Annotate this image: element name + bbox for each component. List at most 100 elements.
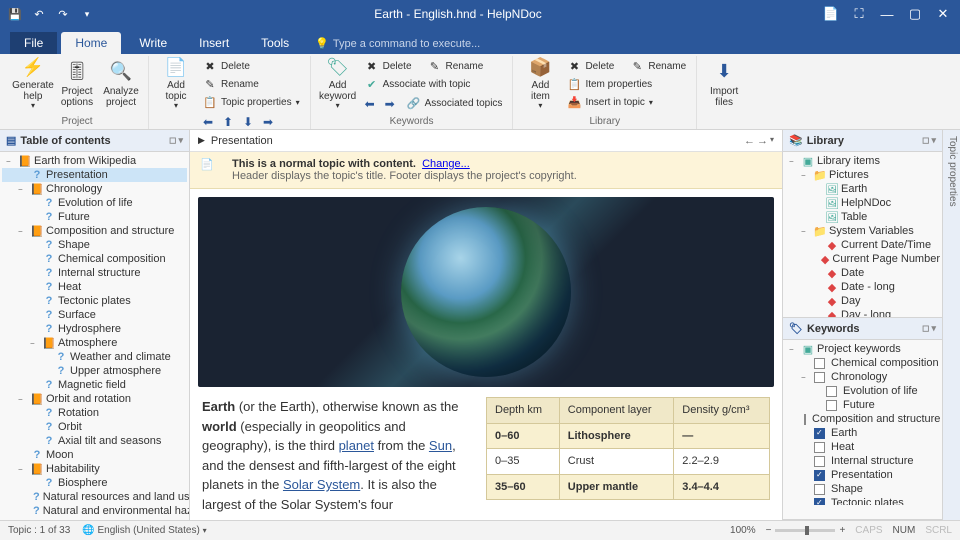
tree-item[interactable]: ?Natural resources and land use: [2, 490, 187, 504]
tree-item[interactable]: ?Chemical composition: [2, 252, 187, 266]
link-planet[interactable]: planet: [339, 438, 374, 453]
expand-toggle[interactable]: −: [6, 157, 16, 166]
status-zoom[interactable]: 100%: [730, 525, 756, 536]
keywords-tree[interactable]: −▣Project keywordsChemical composition − C…: [783, 340, 942, 505]
tree-item[interactable]: −▣Project keywords: [785, 342, 940, 356]
tree-item[interactable]: ?Heat: [2, 280, 187, 294]
fullscreen-button[interactable]: ⛶: [846, 1, 872, 27]
panel-pin[interactable]: ◻: [922, 323, 929, 334]
link-sun[interactable]: Sun: [429, 438, 452, 453]
panel-close[interactable]: ▾: [931, 323, 936, 334]
tree-item[interactable]: Shape: [785, 482, 940, 496]
tree-item[interactable]: Composition and structure: [785, 412, 940, 426]
tree-item[interactable]: Future: [785, 398, 940, 412]
keyword-checkbox[interactable]: [814, 442, 825, 453]
delete-topic-button[interactable]: ✖Delete: [199, 58, 304, 75]
panel-pin[interactable]: ◻: [169, 135, 176, 146]
tree-item[interactable]: ?Orbit: [2, 420, 187, 434]
tree-item[interactable]: ?Shape: [2, 238, 187, 252]
tell-me[interactable]: 💡Type a command to execute...: [307, 33, 488, 54]
undo-button[interactable]: ↶: [28, 3, 50, 25]
add-keyword-button[interactable]: 🏷Add keyword▾: [317, 56, 359, 112]
tree-item[interactable]: Heat: [785, 440, 940, 454]
tree-item[interactable]: Presentation: [785, 468, 940, 482]
panel-close[interactable]: ▾: [178, 135, 183, 146]
tree-item[interactable]: ?Evolution of life: [2, 196, 187, 210]
tree-item[interactable]: ◆Date - long: [785, 280, 940, 294]
analyze-project-button[interactable]: 🔍Analyze project: [100, 56, 142, 112]
expand-toggle[interactable]: −: [18, 465, 28, 474]
keyword-checkbox[interactable]: [826, 400, 837, 411]
move-up-button[interactable]: ⬆: [219, 114, 237, 130]
kw-move-right[interactable]: ➡: [381, 96, 399, 112]
tree-item[interactable]: ◆Current Page Number: [785, 252, 940, 266]
item-properties-button[interactable]: 📋Item properties: [563, 76, 690, 93]
expand-toggle[interactable]: −: [801, 227, 811, 236]
keyword-checkbox[interactable]: [814, 470, 825, 481]
tree-item[interactable]: −📙Composition and structure: [2, 224, 187, 238]
delete-keyword-button[interactable]: ✖Delete: [361, 58, 416, 75]
rename-item-button[interactable]: ✎Rename: [626, 58, 690, 75]
expand-toggle[interactable]: −: [789, 345, 799, 354]
zoom-control[interactable]: − +: [766, 525, 846, 536]
kw-move-left[interactable]: ⬅: [361, 96, 379, 112]
expand-toggle[interactable]: −: [30, 339, 40, 348]
add-item-button[interactable]: 📦Add item▾: [519, 56, 561, 112]
keyword-checkbox[interactable]: [814, 484, 825, 495]
topic-properties-tab[interactable]: Topic properties: [942, 130, 960, 520]
tree-item[interactable]: ?Upper atmosphere: [2, 364, 187, 378]
tree-item[interactable]: ?Presentation: [2, 168, 187, 182]
keyword-checkbox[interactable]: [814, 358, 825, 369]
help-button[interactable]: 📄: [818, 1, 844, 27]
tab-insert[interactable]: Insert: [185, 32, 243, 54]
move-left-button[interactable]: ⬅: [199, 114, 217, 130]
zoom-out-button[interactable]: −: [766, 525, 772, 536]
tree-item[interactable]: ?Magnetic field: [2, 378, 187, 392]
keyword-checkbox[interactable]: [814, 428, 825, 439]
expand-toggle[interactable]: −: [18, 185, 28, 194]
tree-item[interactable]: 🖼Table: [785, 210, 940, 224]
tree-item[interactable]: −📁System Variables: [785, 224, 940, 238]
panel-close[interactable]: ▾: [931, 135, 936, 146]
tree-item[interactable]: −📙Habitability: [2, 462, 187, 476]
tree-item[interactable]: ?Natural and environmental haza: [2, 504, 187, 518]
add-topic-button[interactable]: 📄Add topic▾: [155, 56, 197, 112]
zoom-in-button[interactable]: +: [839, 525, 845, 536]
toc-tree[interactable]: −📙Earth from Wikipedia?Presentation−📙Chr…: [0, 152, 189, 520]
generate-help-button[interactable]: ⚡Generate help▾: [12, 56, 54, 112]
tree-item[interactable]: ◆Date: [785, 266, 940, 280]
expand-toggle[interactable]: −: [18, 227, 28, 236]
keyword-checkbox[interactable]: [804, 414, 806, 425]
rename-topic-button[interactable]: ✎Rename: [199, 76, 304, 93]
nav-dropdown[interactable]: ▾: [770, 135, 774, 147]
tree-item[interactable]: ?Axial tilt and seasons: [2, 434, 187, 448]
tab-file[interactable]: File: [10, 32, 57, 54]
tree-item[interactable]: ?Biosphere: [2, 476, 187, 490]
tree-item[interactable]: ◆Day - long: [785, 308, 940, 317]
tree-item[interactable]: ?Surface: [2, 308, 187, 322]
associated-topics-button[interactable]: 🔗Associated topics: [403, 95, 507, 112]
expand-toggle[interactable]: −: [789, 157, 799, 166]
tree-item[interactable]: Chemical composition: [785, 356, 940, 370]
link-solar-system[interactable]: Solar System: [283, 477, 360, 492]
panel-pin[interactable]: ◻: [922, 135, 929, 146]
status-language[interactable]: 🌐 English (United States) ▾: [82, 525, 206, 536]
tab-tools[interactable]: Tools: [247, 32, 303, 54]
close-button[interactable]: ✕: [930, 1, 956, 27]
tree-item[interactable]: −📁Pictures: [785, 168, 940, 182]
tree-item[interactable]: ?Moon: [2, 448, 187, 462]
redo-button[interactable]: ↷: [52, 3, 74, 25]
tree-item[interactable]: −▣Library items: [785, 154, 940, 168]
tree-item[interactable]: Internal structure: [785, 454, 940, 468]
delete-item-button[interactable]: ✖Delete: [563, 58, 618, 75]
tree-item[interactable]: Evolution of life: [785, 384, 940, 398]
tree-item[interactable]: ?Weather and climate: [2, 350, 187, 364]
expand-toggle[interactable]: −: [801, 171, 811, 180]
tree-item[interactable]: Earth: [785, 426, 940, 440]
tree-item[interactable]: Tectonic plates: [785, 496, 940, 505]
tree-item[interactable]: −📙Atmosphere: [2, 336, 187, 350]
tree-item[interactable]: ?Rotation: [2, 406, 187, 420]
associate-keyword-button[interactable]: ✔Associate with topic: [361, 76, 507, 93]
tree-item[interactable]: ◆Day: [785, 294, 940, 308]
nav-forward-button[interactable]: →: [757, 135, 768, 147]
